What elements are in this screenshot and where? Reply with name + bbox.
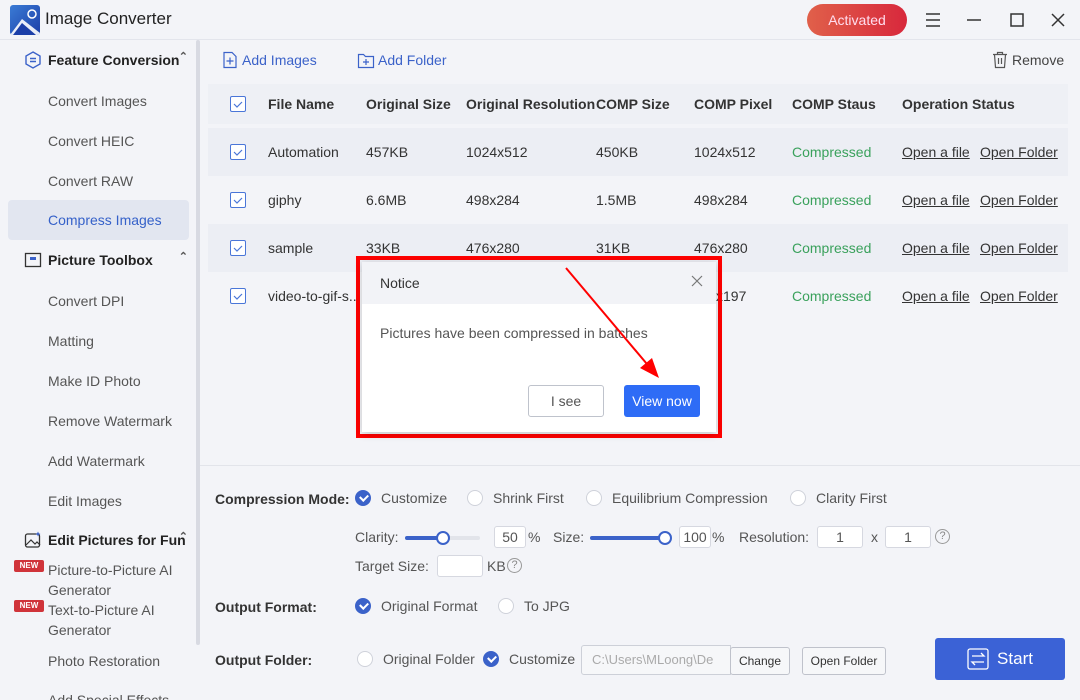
dialog-close-icon[interactable] bbox=[690, 274, 704, 288]
dialog-message: Pictures have been compressed in batches bbox=[380, 325, 648, 341]
view-now-button[interactable]: View now bbox=[624, 385, 700, 417]
dialog-title: Notice bbox=[380, 275, 420, 291]
notice-dialog: Notice Pictures have been compressed in … bbox=[362, 262, 716, 432]
i-see-button[interactable]: I see bbox=[528, 385, 604, 417]
dialog-header: Notice bbox=[362, 262, 716, 304]
